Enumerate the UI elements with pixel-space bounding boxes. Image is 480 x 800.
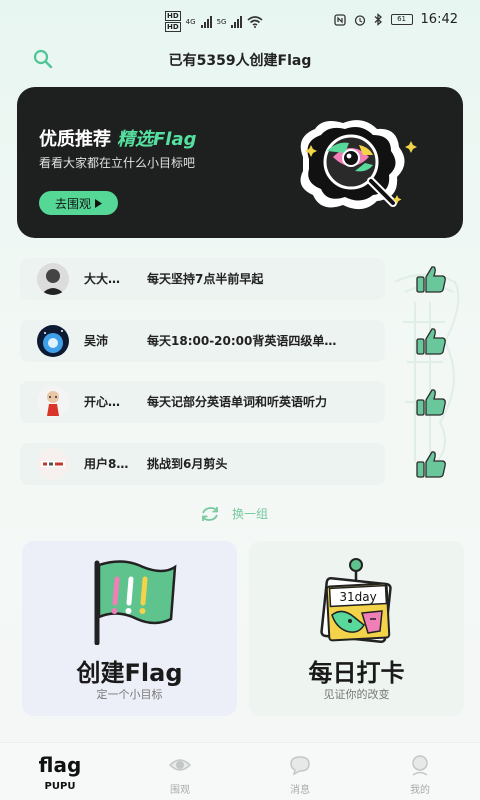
flag-user-name: 吴沛 [84,334,109,348]
avatar [37,325,69,357]
flag-user-name: 大大… [84,272,121,286]
flag-goal: 每天坚持7点半前早起 [147,272,264,286]
banner-subtitle: 看看大家都在立什么小目标吧 [39,156,196,170]
hd-badge-1: HD [165,11,181,21]
nav-watch-label: 围观 [170,785,190,796]
eye-icon [168,759,192,771]
flag-goal: 每天18:00-20:00背英语四级单… [147,334,337,348]
play-triangle-icon [95,198,102,208]
header: 已有5359人创建Flag [0,44,480,74]
bottom-nav: flag PUPU 围观 消息 我的 [0,742,480,800]
thumbs-up-icon[interactable] [415,264,447,294]
app-logo: flag [38,753,82,777]
nav-home-label: PUPU [44,781,76,792]
banner-title: 优质推荐 精选Flag [39,125,197,151]
daily-checkin-card[interactable]: 31day 每日打卡 见证你的改变 [249,541,464,716]
create-flag-card[interactable]: 创建Flag 定一个小目标 [22,541,237,716]
user-icon [412,755,428,776]
nav-home[interactable]: flag PUPU [20,743,100,800]
calendar-day-text: 31day [339,590,376,604]
status-bar: HD HD 4G 5G 61 16:42 [0,0,480,40]
thumbs-up-icon[interactable] [415,326,447,356]
flag-user-name: 用户8… [84,457,129,471]
banner-title-accent: 精选Flag [117,129,197,150]
status-signals: HD HD 4G 5G [165,11,263,32]
nav-messages[interactable]: 消息 [260,743,340,800]
signal-icon [200,15,212,28]
avatar [37,263,69,295]
flag-goal: 挑战到6月剪头 [147,457,228,471]
featured-banner[interactable]: 优质推荐 精选Flag 看看大家都在立什么小目标吧 去围观 [17,87,463,238]
alarm-icon [354,14,365,26]
hd-badge-2: HD [165,22,181,32]
nav-watch[interactable]: 围观 [140,743,220,800]
nav-mine-label: 我的 [410,785,430,796]
thumbs-up-icon[interactable] [415,449,447,479]
net-5g-label: 5G [216,17,227,26]
flag-goal: 每天记部分英语单词和听英语听力 [147,395,328,409]
daily-checkin-subtitle: 见证你的改变 [323,688,390,701]
refresh-icon [202,506,218,521]
create-flag-subtitle: 定一个小目标 [96,688,163,701]
avatar [37,448,69,480]
flag-list-item[interactable]: 大大… 每天坚持7点半前早起 [20,258,385,300]
create-flag-title: 创建Flag [76,659,183,687]
page-title: 已有5359人创建Flag [168,53,312,69]
flag-list-item[interactable]: 用户8… 挑战到6月剪头 [20,443,385,485]
flag-list-item[interactable]: 吴沛 每天18:00-20:00背英语四级单… [20,320,385,362]
avatar [37,386,69,418]
flag-illustration [94,560,176,645]
refresh-button[interactable]: 换一组 [200,505,268,522]
status-right: 61 16:42 [333,12,458,27]
watch-button-label: 去围观 [54,196,91,211]
banner-title-main: 优质推荐 [39,129,111,150]
flag-user-name: 开心… [84,395,121,409]
signal-icon-2 [231,15,243,28]
nfc-icon [333,13,346,26]
bluetooth-icon [374,13,382,26]
thumbs-up-icon[interactable] [415,387,447,417]
calendar-illustration: 31day [319,558,392,644]
watch-button[interactable]: 去围观 [39,191,118,215]
nav-mine[interactable]: 我的 [380,743,460,800]
battery-icon: 61 [390,14,413,25]
daily-checkin-title: 每日打卡 [308,659,405,687]
flag-list-item[interactable]: 开心… 每天记部分英语单词和听英语听力 [20,381,385,423]
wifi-icon [247,15,263,28]
status-time: 16:42 [420,12,458,27]
magnifier-eye-illustration [300,120,417,210]
net-4g-label: 4G [185,17,196,26]
chat-bubble-icon [290,756,310,776]
nav-messages-label: 消息 [290,785,310,796]
refresh-label: 换一组 [232,507,269,521]
